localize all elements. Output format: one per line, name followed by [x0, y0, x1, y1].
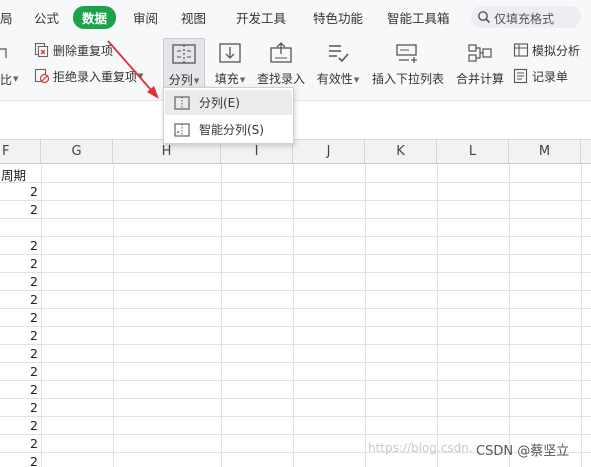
- watermark: https://blog.csdn.: [368, 441, 473, 455]
- annotation-arrow-icon: [107, 40, 159, 99]
- credit-text: CSDN @蔡坚立: [476, 444, 570, 459]
